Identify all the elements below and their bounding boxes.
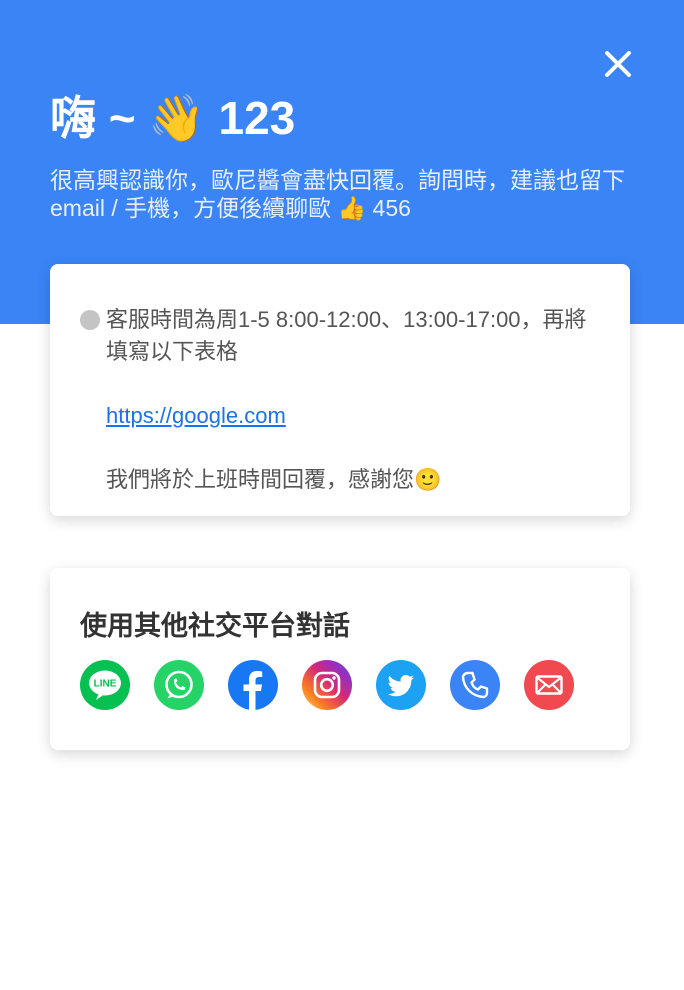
- twitter-button[interactable]: [376, 660, 426, 710]
- facebook-button[interactable]: [228, 660, 278, 710]
- social-card: 使用其他社交平台對話 LINE: [50, 568, 630, 750]
- email-icon: [535, 675, 563, 695]
- line-icon: LINE: [89, 670, 121, 700]
- phone-button[interactable]: [450, 660, 500, 710]
- form-link[interactable]: https://google.com: [106, 403, 286, 428]
- twitter-icon: [387, 675, 414, 697]
- phone-icon: [461, 671, 489, 699]
- whatsapp-button[interactable]: [154, 660, 204, 710]
- instagram-icon: [313, 671, 341, 699]
- close-button[interactable]: [598, 44, 638, 84]
- form-link-row: https://google.com: [106, 400, 606, 432]
- whatsapp-icon: [165, 670, 193, 699]
- facebook-icon: [243, 671, 263, 710]
- social-icons-row: LINE: [80, 660, 574, 710]
- status-dot: [80, 310, 100, 330]
- social-title: 使用其他社交平台對話: [80, 611, 350, 641]
- instagram-button[interactable]: [302, 660, 352, 710]
- thanks-text: 我們將於上班時間回覆，感謝您🙂: [106, 467, 442, 492]
- email-button[interactable]: [524, 660, 574, 710]
- message-card: 客服時間為周1-5 8:00-12:00、13:00-17:00，再將填寫以下表…: [50, 264, 630, 516]
- svg-text:LINE: LINE: [94, 679, 117, 690]
- service-hours-text: 客服時間為周1-5 8:00-12:00、13:00-17:00，再將填寫以下表…: [106, 307, 587, 364]
- close-icon: [605, 51, 631, 77]
- greeting-subtitle: 很高興認識你，歐尼醬會盡快回覆。詢問時，建議也留下 email / 手機，方便後…: [50, 167, 625, 221]
- line-button[interactable]: LINE: [80, 660, 130, 710]
- greeting-title: 嗨 ~ 👋 123: [50, 92, 296, 144]
